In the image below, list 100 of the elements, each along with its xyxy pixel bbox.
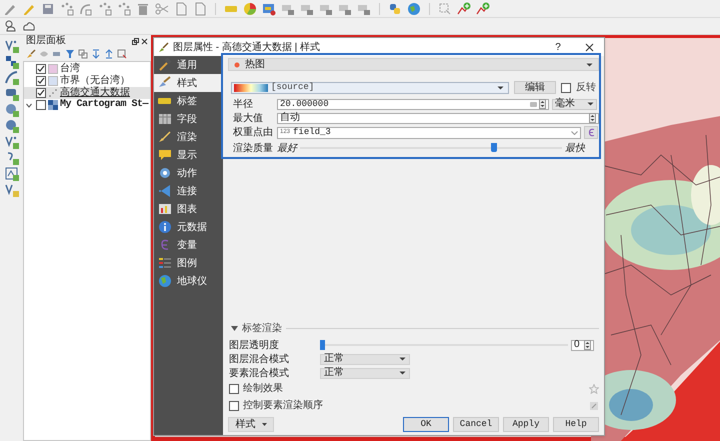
epsilon-icon <box>588 128 594 137</box>
group-icon[interactable] <box>78 49 88 59</box>
sidebar-item[interactable]: 通用 <box>154 56 223 74</box>
nodes-icon[interactable] <box>60 2 74 16</box>
field-label: 图层混合模式 <box>229 352 290 366</box>
renderer-dropdown[interactable]: 热图 <box>228 58 599 71</box>
dialog-button[interactable]: Apply <box>503 416 549 432</box>
slider-thumb[interactable] <box>490 143 497 152</box>
spin-buttons-icon[interactable] <box>589 113 596 123</box>
spin-buttons-icon[interactable] <box>539 99 546 109</box>
trash-icon[interactable] <box>136 2 150 16</box>
add-layer-icon[interactable] <box>4 87 18 101</box>
checkbox[interactable] <box>36 100 46 110</box>
input-field[interactable]: 自动 <box>277 112 599 124</box>
add-layer-icon[interactable] <box>4 167 18 181</box>
expand-icon[interactable] <box>91 49 101 59</box>
slider-thumb[interactable] <box>320 340 325 350</box>
help-button[interactable]: ? <box>551 40 565 54</box>
globe-icon[interactable] <box>407 2 421 16</box>
document-icon[interactable] <box>174 2 188 16</box>
add-layer-icon[interactable] <box>4 183 18 197</box>
add-line-icon[interactable] <box>476 2 490 16</box>
checkbox[interactable] <box>229 400 239 410</box>
layer-name: My Cartogram St— <box>60 100 148 110</box>
nodes-icon[interactable] <box>98 2 112 16</box>
expression-button[interactable] <box>584 126 598 139</box>
sidebar-item[interactable]: 标签 <box>154 92 223 110</box>
field-label: 渲染质量 <box>233 142 274 156</box>
checkbox[interactable] <box>229 384 239 394</box>
save-icon[interactable] <box>41 2 55 16</box>
star-icon[interactable] <box>589 384 599 394</box>
blend-mode-dropdown[interactable]: 正常 <box>320 354 410 364</box>
add-line-icon[interactable] <box>457 2 471 16</box>
close-icon[interactable] <box>141 38 148 44</box>
input-field[interactable]: 20.000000 <box>277 98 549 110</box>
checkbox[interactable] <box>561 82 571 92</box>
curve-icon[interactable] <box>79 2 93 16</box>
filter-icon[interactable] <box>65 49 75 59</box>
dialog-button[interactable]: Help <box>553 416 599 432</box>
style-menu-button[interactable]: 样式 <box>228 416 274 432</box>
layer-name: 市界（无台湾） <box>60 76 130 86</box>
dropdown-arrow-icon[interactable] <box>587 102 594 106</box>
add-layer-icon[interactable] <box>4 39 18 53</box>
selected-row[interactable]: 高德交通大数据 <box>24 87 150 99</box>
float-icon[interactable] <box>132 38 139 44</box>
add-layer-icon[interactable] <box>4 55 18 69</box>
dialog-button[interactable]: OK <box>403 416 449 432</box>
checkbox[interactable] <box>36 76 46 86</box>
nodes-icon[interactable] <box>117 2 131 16</box>
color-ramp-icon <box>234 84 268 92</box>
sidebar-item[interactable]: 连接 <box>154 182 223 200</box>
close-icon[interactable] <box>585 42 594 52</box>
points-icon <box>48 88 58 98</box>
layers-icon[interactable] <box>52 49 62 59</box>
remove-layer-icon[interactable] <box>117 49 127 59</box>
python-icon[interactable] <box>388 2 402 16</box>
brush-icon <box>158 130 172 144</box>
add-layer-icon[interactable] <box>4 119 18 133</box>
opacity-slider[interactable] <box>320 340 568 350</box>
sidebar-item[interactable]: 元数据 <box>154 218 223 236</box>
input-field[interactable]: 0 <box>571 340 594 350</box>
sidebar-item[interactable]: 变量 <box>154 236 223 254</box>
scissors-icon[interactable] <box>155 2 169 16</box>
document-icon[interactable] <box>193 2 207 16</box>
add-layer-icon[interactable] <box>4 71 18 85</box>
edit-button[interactable]: 编辑 <box>514 81 556 94</box>
sidebar-item[interactable]: 动作 <box>154 164 223 182</box>
checkbox[interactable] <box>36 64 46 74</box>
slider-min-label: 最好 <box>277 142 297 156</box>
dialog-button[interactable]: Cancel <box>453 416 499 432</box>
dropdown-arrow-icon[interactable] <box>399 357 406 361</box>
checkbox[interactable] <box>36 88 46 98</box>
add-layer-icon[interactable] <box>4 103 18 117</box>
dropdown-arrow-icon[interactable] <box>399 371 406 375</box>
sidebar-item[interactable]: 地球仪 <box>154 272 223 290</box>
color-ramp-dropdown[interactable]: [source] <box>231 82 509 94</box>
sidebar-item[interactable]: 显示 <box>154 146 223 164</box>
dropdown-arrow-icon[interactable] <box>497 86 504 90</box>
collapse-icon[interactable] <box>104 49 114 59</box>
label-icon[interactable] <box>262 2 276 16</box>
unit-dropdown[interactable]: 毫米 <box>552 98 597 110</box>
spin-buttons-icon[interactable] <box>584 340 591 350</box>
add-layer-icon[interactable] <box>4 135 18 149</box>
slider-max-label: 最快 <box>565 142 585 156</box>
pie-chart-icon[interactable] <box>243 2 257 16</box>
sidebar-item[interactable]: 字段 <box>154 110 223 128</box>
sidebar-item[interactable]: 图例 <box>154 254 223 272</box>
cloud-icon[interactable] <box>22 19 36 33</box>
legend-icon <box>158 256 172 270</box>
raster-icon <box>48 100 58 110</box>
brush-icon[interactable] <box>26 49 36 59</box>
sidebar-item[interactable]: 渲染 <box>154 128 223 146</box>
dropdown-arrow-icon[interactable] <box>586 62 593 66</box>
sidebar-item[interactable]: 图表 <box>154 200 223 218</box>
blend-mode-dropdown[interactable]: 正常 <box>320 368 410 378</box>
quality-slider[interactable] <box>300 143 562 153</box>
collapse-arrow-icon[interactable] <box>231 326 238 330</box>
chevron-icon[interactable] <box>26 102 32 108</box>
sidebar-item[interactable]: 样式 <box>154 74 223 92</box>
field-label: 最大值 <box>233 112 264 126</box>
